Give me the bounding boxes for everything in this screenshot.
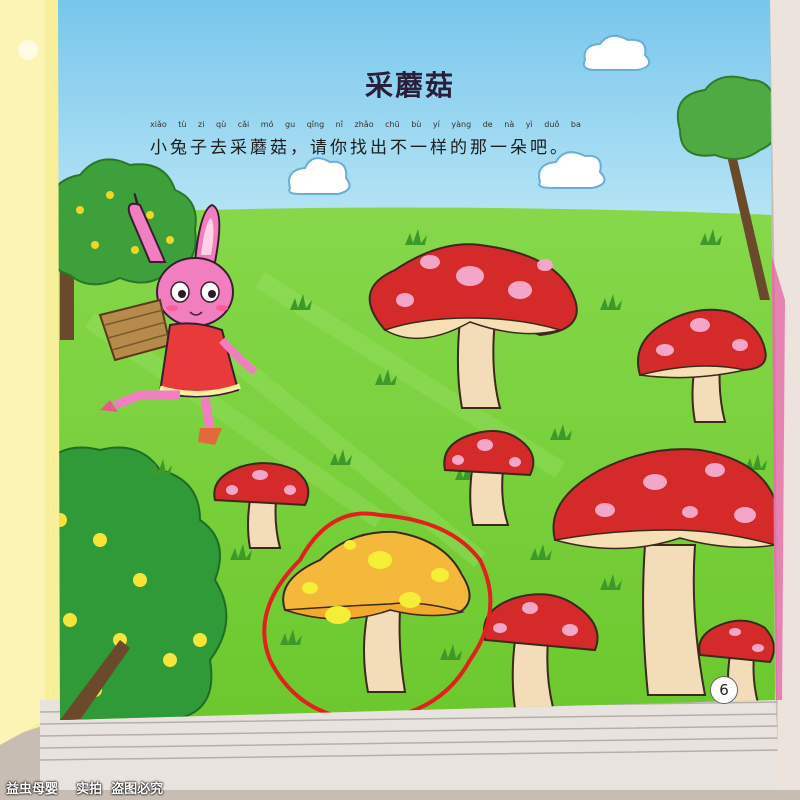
pinyin-line: xiǎo tù zi qù cǎi mó gu qǐng nǐ zhǎo chū… — [150, 120, 581, 129]
instruction-sentence: 小兔子去采蘑菇，请你找出不一样的那一朵吧。 — [150, 138, 570, 158]
page-number: 6 — [710, 676, 738, 704]
watermark: 益虫母婴 实拍 盗图必究 — [6, 782, 164, 797]
page-title: 采蘑菇 — [364, 69, 455, 102]
book-page — [58, 0, 775, 720]
